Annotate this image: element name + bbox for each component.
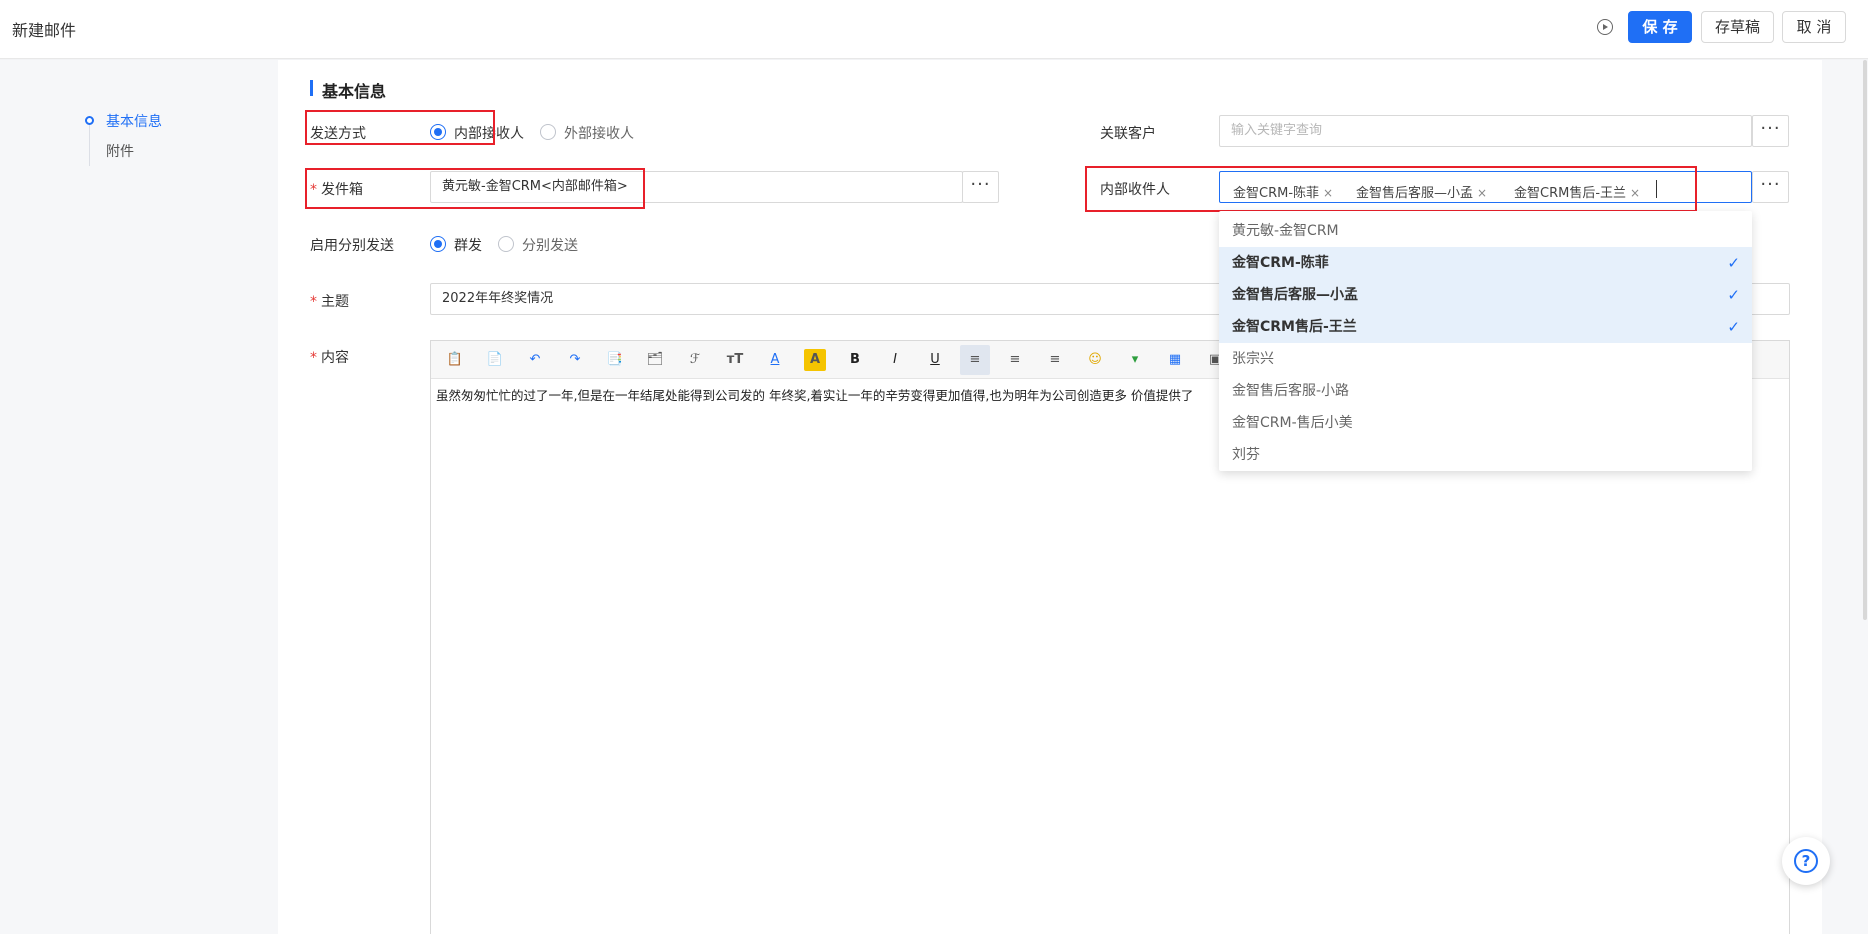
font-color-icon[interactable]: A [764, 349, 786, 371]
help-icon: ? [1794, 849, 1818, 873]
option-label: 金智CRM售后-王兰 [1232, 319, 1357, 335]
close-icon[interactable]: × [1323, 186, 1333, 200]
dropdown-option[interactable]: 金智CRM-售后小美 [1219, 407, 1752, 439]
anchor-active-dot-icon [85, 116, 94, 125]
page-title: 新建邮件 [12, 21, 77, 40]
text-caret [1656, 180, 1657, 198]
page-header: 新建邮件 保 存 存草稿 取 消 [0, 0, 1868, 59]
anchor-attachments[interactable]: 附件 [106, 141, 134, 161]
dropdown-option[interactable]: 刘芬 [1219, 439, 1752, 471]
anchor-sidebar [0, 60, 278, 934]
dropdown-option[interactable]: 金智售后客服-小路 [1219, 375, 1752, 407]
related-customer-label: 关联客户 [1100, 126, 1156, 142]
internal-recipients-label: 内部收件人 [1100, 182, 1170, 198]
subject-label: * 主题 [310, 294, 349, 310]
align-right-icon[interactable]: ≡ [1044, 349, 1066, 371]
radio-separate-send-label[interactable]: 分别发送 [522, 235, 578, 255]
option-label: 张宗兴 [1232, 351, 1274, 367]
paste-icon[interactable]: 📋 [444, 349, 466, 371]
related-customer-more-button[interactable]: ··· [1752, 115, 1789, 147]
related-customer-input[interactable]: 输入关键字查询 [1219, 115, 1752, 147]
content-label-text: 内容 [321, 350, 349, 366]
recipient-tag-label: 金智CRM售后-王兰 [1514, 186, 1627, 201]
recipient-tag-label: 金智售后客服—小孟 [1356, 186, 1474, 201]
underline-icon[interactable]: U [924, 349, 946, 371]
radio-group-send[interactable] [430, 236, 446, 252]
save-draft-button[interactable]: 存草稿 [1701, 11, 1774, 43]
italic-icon[interactable]: I [884, 349, 906, 371]
recipient-dropdown: 黄元敏-金智CRM 金智CRM-陈菲 ✓ 金智售后客服—小孟 ✓ 金智CRM售后-王… [1219, 211, 1752, 471]
undo-icon[interactable]: ↶ [524, 349, 546, 371]
close-icon[interactable]: × [1477, 186, 1487, 200]
option-label: 黄元敏-金智CRM [1232, 223, 1339, 239]
outbox-label-text: 发件箱 [321, 182, 363, 198]
editor-content[interactable]: 虽然匆匆忙忙的过了一年,但是在一年结尾处能得到公司发的 年终奖,着实让一年的辛劳… [436, 385, 1226, 404]
bold-icon[interactable]: B [844, 349, 866, 371]
dropdown-option[interactable]: 金智售后客服—小孟 ✓ [1219, 279, 1752, 311]
check-icon: ✓ [1727, 318, 1740, 336]
content-label: * 内容 [310, 350, 349, 366]
internal-recipients-more-button[interactable]: ··· [1752, 171, 1789, 203]
radio-internal-recipient-label[interactable]: 内部接收人 [454, 123, 524, 143]
play-icon[interactable] [1597, 19, 1613, 35]
section-marker [310, 80, 313, 96]
save-button[interactable]: 保 存 [1628, 11, 1692, 43]
cancel-button[interactable]: 取 消 [1782, 11, 1846, 43]
help-button[interactable]: ? [1782, 837, 1830, 885]
dropdown-option[interactable]: 黄元敏-金智CRM [1219, 215, 1752, 247]
redo-icon[interactable]: ↷ [564, 349, 586, 371]
font-family-icon[interactable]: ℱ [684, 349, 706, 371]
anchor-line [89, 120, 90, 166]
template-icon[interactable]: 📄 [484, 349, 506, 371]
check-icon: ✓ [1727, 286, 1740, 304]
radio-external-recipient-label[interactable]: 外部接收人 [564, 123, 634, 143]
close-icon[interactable]: × [1630, 186, 1640, 200]
paste-text-icon[interactable]: 📑 [604, 349, 626, 371]
outbox-label: * 发件箱 [310, 182, 363, 198]
paste-word-icon[interactable]: 🗂 [644, 349, 666, 371]
align-left-icon[interactable]: ≡ [960, 345, 990, 375]
outbox-more-button[interactable]: ··· [962, 171, 999, 203]
radio-group-send-label[interactable]: 群发 [454, 235, 482, 255]
anchor-basic-info[interactable]: 基本信息 [106, 111, 162, 131]
highlight-icon[interactable]: A [804, 349, 826, 371]
align-center-icon[interactable]: ≡ [1004, 349, 1026, 371]
recipient-tag: 金智CRM售后-王兰 × [1514, 182, 1640, 201]
option-label: 金智CRM-售后小美 [1232, 415, 1353, 431]
option-label: 金智售后客服—小孟 [1232, 287, 1358, 303]
outbox-select[interactable]: 黄元敏-金智CRM<内部邮件箱> [430, 171, 963, 203]
insert-line-icon[interactable]: ▾ [1124, 349, 1146, 371]
section-title: 基本信息 [322, 82, 387, 101]
recipient-tag: 金智CRM-陈菲 × [1233, 182, 1333, 201]
dropdown-option[interactable]: 金智CRM-陈菲 ✓ [1219, 247, 1752, 279]
dropdown-option[interactable]: 金智CRM售后-王兰 ✓ [1219, 311, 1752, 343]
check-icon: ✓ [1727, 254, 1740, 272]
emoji-icon[interactable]: ☺ [1084, 349, 1106, 371]
radio-internal-recipient[interactable] [430, 124, 446, 140]
split-send-label: 启用分别发送 [310, 238, 394, 254]
recipient-tag: 金智售后客服—小孟 × [1356, 182, 1487, 201]
right-margin [1822, 60, 1868, 934]
scrollbar[interactable] [1863, 60, 1867, 620]
table-icon[interactable]: ▦ [1164, 349, 1186, 371]
font-size-icon[interactable]: тT [724, 349, 746, 371]
radio-external-recipient[interactable] [540, 124, 556, 140]
option-label: 金智CRM-陈菲 [1232, 255, 1329, 271]
radio-separate-send[interactable] [498, 236, 514, 252]
dropdown-option[interactable]: 张宗兴 [1219, 343, 1752, 375]
subject-label-text: 主题 [321, 294, 349, 310]
recipient-tag-label: 金智CRM-陈菲 [1233, 186, 1320, 201]
option-label: 金智售后客服-小路 [1232, 383, 1350, 399]
option-label: 刘芬 [1232, 447, 1260, 463]
send-mode-label: 发送方式 [310, 126, 366, 142]
